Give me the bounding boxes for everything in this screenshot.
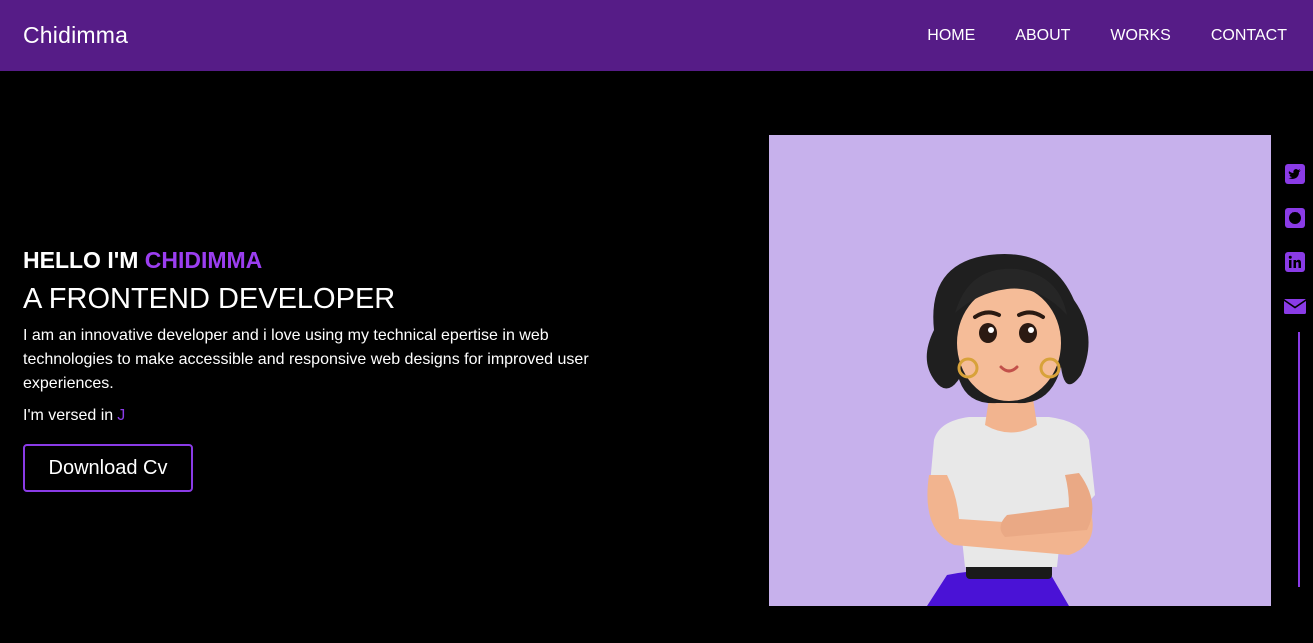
social-divider-line [1298, 332, 1300, 587]
linkedin-icon[interactable] [1283, 250, 1307, 274]
social-links [1283, 162, 1309, 338]
versed-label: I'm versed in [23, 407, 114, 424]
navbar: Chidimma HOME ABOUT WORKS CONTACT [0, 0, 1313, 71]
role-title: A FRONTEND DEVELOPER [23, 283, 396, 315]
twitter-icon[interactable] [1283, 162, 1307, 186]
nav-about[interactable]: ABOUT [1015, 27, 1070, 45]
nav-works[interactable]: WORKS [1110, 27, 1170, 45]
nav-links: HOME ABOUT WORKS CONTACT [887, 27, 1287, 45]
avatar-illustration [926, 253, 1095, 606]
github-icon[interactable] [1283, 206, 1307, 230]
greeting-prefix: HELLO I'M [23, 247, 145, 273]
download-cv-button[interactable]: Download Cv [23, 444, 193, 492]
nav-home[interactable]: HOME [927, 27, 975, 45]
brand-logo[interactable]: Chidimma [23, 22, 128, 49]
greeting-name: CHIDIMMA [144, 247, 263, 273]
nav-contact[interactable]: CONTACT [1211, 27, 1287, 45]
hero-text: HELLO I'M CHIDIMMA A FRONTEND DEVELOPER … [23, 246, 623, 492]
versed-line: I'm versed in J [23, 404, 623, 428]
mail-icon[interactable] [1283, 294, 1307, 318]
typed-skill: J [117, 407, 126, 424]
intro-paragraph: I am an innovative developer and i love … [23, 327, 589, 392]
greeting: HELLO I'M CHIDIMMA [23, 246, 623, 274]
portrait-image [769, 135, 1271, 606]
